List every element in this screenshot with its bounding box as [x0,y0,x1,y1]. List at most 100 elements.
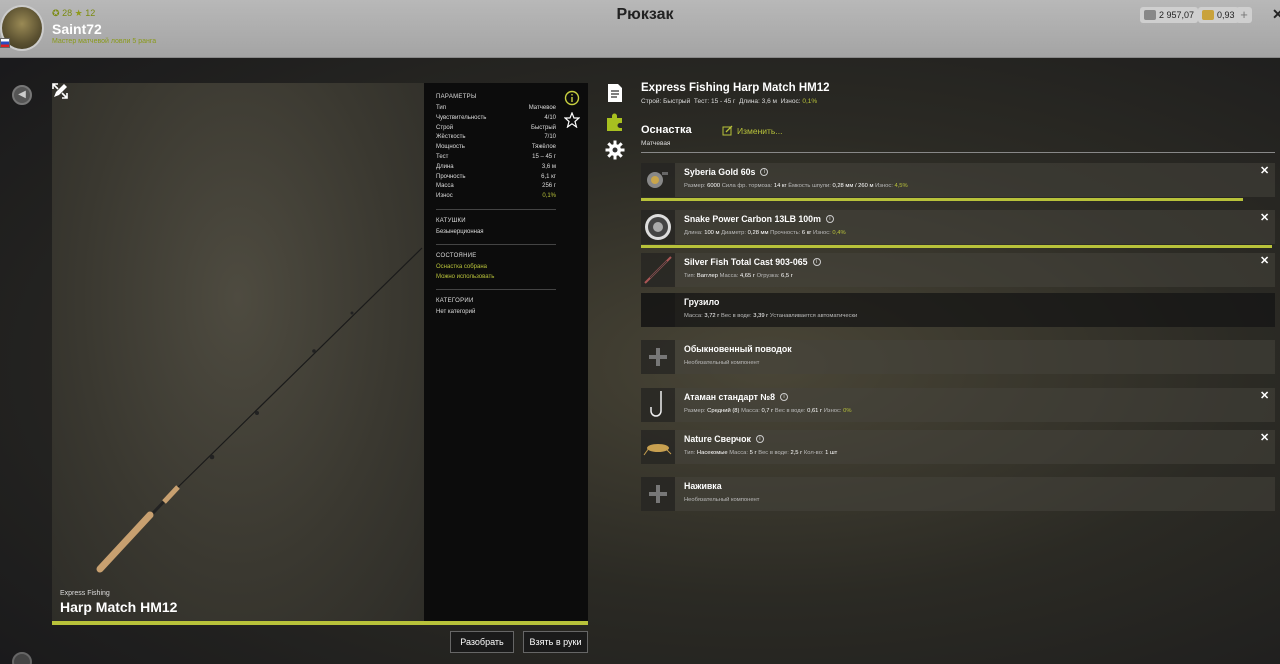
component-name-text: Обыкновенный поводок [684,344,792,354]
rod-image [96,247,423,573]
component-thumbnail [641,210,675,244]
summary-value: 3,6 м [761,98,777,105]
param-row: Тип Матчевое [436,104,556,114]
add-currency-button[interactable]: + [1236,7,1252,23]
remove-component-icon[interactable]: ✕ [1260,164,1269,177]
detail-value: 14 кг [773,183,787,189]
add-component-icon[interactable] [641,477,675,511]
change-rig-link[interactable]: Изменить... [722,125,782,136]
detail-label: Ёмкость шпули: [788,183,831,189]
param-value: Матчевое [528,105,556,111]
categories-heading: КАТЕГОРИИ [436,298,474,305]
detail-label: Износ: [875,183,893,189]
info-icon[interactable]: i [825,215,834,223]
silver-value: 2 957,07 [1159,10,1195,20]
remove-component-icon[interactable]: ✕ [1260,389,1269,402]
param-label: Износ [436,193,453,200]
param-row: Мощность Тяжёлое [436,143,556,153]
component-name-text: Атаман стандарт №8 [684,392,776,402]
rig-component-row[interactable]: Обыкновенный поводок Необязательный компо… [641,340,1275,374]
param-value: 15 – 45 г [532,153,556,160]
detail-value: Вагглер [696,273,718,279]
detail-label: Масса: [684,313,703,319]
reels-heading: КАТУШКИ [436,217,466,224]
detail-value: 100 м [704,230,720,236]
detail-value: 0,28 мм / 260 м [832,183,874,189]
component-thumbnail [641,293,675,327]
divider [436,208,556,210]
summary-value: 15 - 45 г [710,98,736,105]
detail-value: 1 шт [825,450,838,456]
detail-label: Прочность: [770,230,801,236]
state-line-1: Оснастка собрана [436,264,487,271]
rig-component-row[interactable]: Nature Сверчок i Тип: Насекомые Масса: 5 г… [641,430,1275,464]
detail-label: Масса: [719,273,739,279]
info-icon[interactable]: i [780,393,789,401]
detail-value: 0,7 г [761,408,774,414]
disassemble-button[interactable]: Разобрать [450,631,514,653]
rig-component-row[interactable]: Атаман стандарт №8 i Размер: Средний (8) М… [641,388,1275,422]
param-label: Чувствительность [436,114,487,121]
favorite-star-icon[interactable] [564,112,580,128]
param-label: Строй [436,124,454,131]
param-value: 7/10 [544,134,556,141]
param-label: Тест [436,153,449,160]
component-name: Silver Fish Total Cast 903-065 i [684,257,821,267]
component-name-text: Silver Fish Total Cast 903-065 [684,257,808,267]
component-name-text: Наживка [684,481,722,491]
silver-icon [1144,10,1156,20]
detail-label: Длина: [684,230,703,236]
component-thumbnail [641,163,675,197]
rig-component-row[interactable]: Snake Power Carbon 13LB 100m i Длина: 100 … [641,210,1275,244]
param-row: Строй Быстрый [436,124,556,134]
back-arrow-icon[interactable]: ◀ [12,85,32,105]
state-line-2: Можно использовать [436,273,495,280]
state-heading: СОСТОЯНИЕ [436,253,477,260]
remove-component-icon[interactable]: ✕ [1260,431,1269,444]
document-icon[interactable] [604,82,626,104]
param-row: Масса 256 г [436,182,556,192]
info-icon[interactable]: i [755,435,764,443]
rig-component-row[interactable]: Syberia Gold 60s i Размер: 6000 Сила фр. т… [641,163,1275,197]
rig-component-row[interactable]: Silver Fish Total Cast 903-065 i Тип: Вагг… [641,253,1275,287]
rig-component-row[interactable]: Грузило Масса: 3,72 г Вес в воде: 3,39 г … [641,293,1275,327]
param-label: Масса [436,183,454,190]
info-icon[interactable]: i [760,168,769,176]
component-name: Наживка [684,481,722,491]
puzzle-icon[interactable] [604,111,626,133]
info-icon[interactable]: i [812,258,821,266]
detail-value: 0,4% [832,230,846,236]
component-details: Размер: Средний (8) Масса: 0,7 г Вес в в… [684,408,852,414]
info-icon[interactable] [564,90,580,106]
detail-label: Сила фр. тормоза: [721,183,773,189]
top-bar: ✪ 28 ★ 12 Saint72 Мастер матчевой ловли … [0,0,1280,58]
rod-underline [52,621,588,625]
close-icon[interactable]: ✕ [1272,6,1280,23]
detail-label: Масса: [741,408,760,414]
pencil-icon[interactable] [52,83,68,99]
remove-component-icon[interactable]: ✕ [1260,254,1269,267]
param-row: Тест 15 – 45 г [436,153,556,163]
rig-component-row[interactable]: Наживка Необязательный компонент [641,477,1275,511]
take-in-hands-button[interactable]: Взять в руки [523,631,588,653]
component-name: Snake Power Carbon 13LB 100m i [684,214,834,224]
gear-icon[interactable] [604,139,626,161]
detail-label: Износ: [813,230,831,236]
component-name: Syberia Gold 60s i [684,167,769,177]
summary-value: Быстрый [663,98,691,105]
detail-label: Размер: [684,183,706,189]
component-name: Обыкновенный поводок [684,344,792,354]
gold-value: 0,93 [1217,10,1235,20]
component-details: Длина: 100 м Диаметр: 0,28 мм Прочность:… [684,230,846,236]
help-icon[interactable] [12,652,32,664]
rod-preview: Express Fishing Harp Match HM12 [52,83,424,621]
param-label: Жёсткость [436,134,466,141]
params-heading: ПАРАМЕТРЫ [436,94,477,100]
divider [436,244,556,246]
component-name: Атаман стандарт №8 i [684,392,789,402]
detail-value: 5 г [749,450,757,456]
detail-label: Кол-во: [803,450,824,456]
add-component-icon[interactable] [641,340,675,374]
remove-component-icon[interactable]: ✕ [1260,211,1269,224]
summary-label: Тест: [693,98,710,105]
